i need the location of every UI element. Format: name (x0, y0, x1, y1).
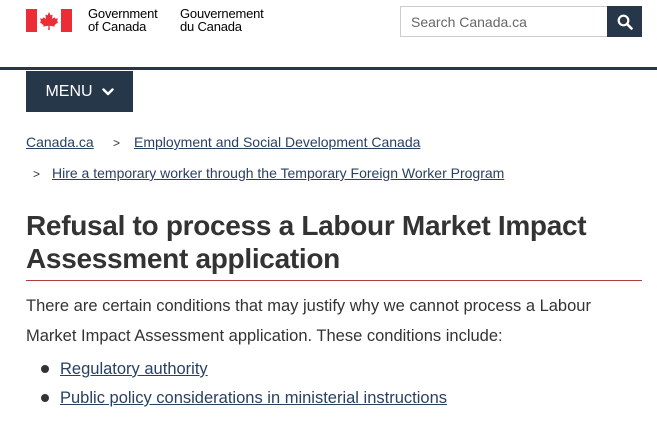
conditions-list: Regulatory authority Public policy consi… (26, 356, 447, 414)
list-item: Regulatory authority (26, 356, 447, 385)
search-bar (400, 6, 642, 37)
breadcrumb-item-canada[interactable]: Canada.ca (26, 134, 94, 150)
breadcrumb-item-tfwp[interactable]: Hire a temporary worker through the Temp… (52, 165, 504, 181)
title-underline (26, 280, 642, 281)
government-of-canada-wordmark-fr[interactable]: Gouvernement du Canada (180, 7, 264, 33)
government-of-canada-wordmark-en[interactable]: Government of Canada (88, 7, 158, 33)
gov-en-line2: of Canada (88, 19, 147, 34)
search-input[interactable] (400, 6, 607, 37)
breadcrumb-separator: > (33, 167, 41, 181)
breadcrumb-separator: > (113, 136, 121, 150)
bullet-icon (41, 365, 49, 373)
chevron-down-icon (101, 87, 114, 95)
site-header: Government of Canada Gouvernement du Can… (0, 0, 657, 70)
header-divider (0, 67, 657, 70)
menu-button[interactable]: MENU (26, 71, 133, 112)
search-icon (617, 14, 633, 30)
list-item: Public policy considerations in minister… (26, 385, 447, 414)
search-button[interactable] (607, 6, 642, 37)
regulatory-authority-link[interactable]: Regulatory authority (60, 360, 208, 378)
intro-paragraph: There are certain conditions that may ju… (26, 297, 591, 345)
breadcrumb-item-esdc[interactable]: Employment and Social Development Canada (134, 134, 420, 150)
page-title: Refusal to process a Labour Market Impac… (26, 210, 587, 274)
canada-flag-icon[interactable] (26, 9, 72, 32)
gov-fr-line2: du Canada (180, 19, 242, 34)
bullet-icon (41, 394, 49, 402)
public-policy-link[interactable]: Public policy considerations in minister… (60, 389, 447, 407)
menu-label: MENU (45, 82, 93, 100)
